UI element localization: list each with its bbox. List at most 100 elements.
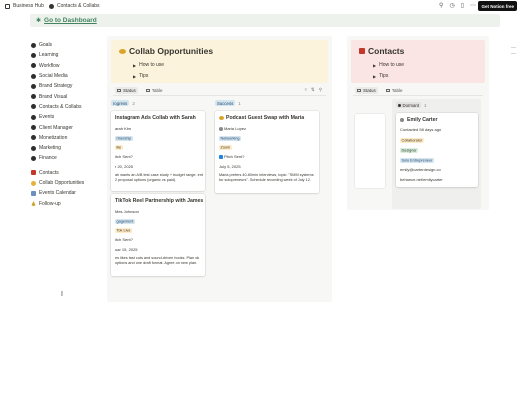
search-icon[interactable]: ⚲ bbox=[439, 2, 443, 9]
nav-item-goals[interactable]: Goals bbox=[31, 40, 101, 50]
nav-item-contacts[interactable]: Contacts bbox=[31, 168, 101, 178]
nav-label: Contacts & Collabs bbox=[39, 103, 82, 110]
nav-label: Client Manager bbox=[39, 124, 73, 131]
history-icon[interactable]: ◷ bbox=[449, 2, 454, 9]
nav-item-events-calendar[interactable]: Events Calendar bbox=[31, 188, 101, 198]
tab-status[interactable]: Status bbox=[355, 87, 378, 94]
go-to-dashboard-link[interactable]: Go to Dashboard bbox=[44, 17, 97, 24]
toggle-label: Tips bbox=[379, 73, 389, 79]
sort-icon[interactable]: ⇅ bbox=[311, 87, 315, 93]
contacted-ago: Contacted 58 days ago bbox=[400, 127, 442, 132]
top-bar: Business Hub Contacts & Collabs ⚲ ◷ ▯ ⋯ … bbox=[0, 0, 520, 14]
person-icon bbox=[219, 126, 223, 131]
nav-item-events[interactable]: Events bbox=[31, 112, 101, 122]
search-icon[interactable]: ⚲ bbox=[319, 87, 322, 93]
warning-icon bbox=[31, 201, 36, 207]
toggle-how-to-use[interactable]: ▶ How to use bbox=[373, 62, 404, 68]
group-pill-text: Dormant bbox=[402, 102, 419, 108]
tab-table[interactable]: Table bbox=[384, 87, 405, 94]
tag-designer: Designer bbox=[400, 147, 419, 153]
tab-table[interactable]: Table bbox=[144, 87, 165, 94]
collab-header: Collab Opportunities ▶ How to use ▶ Tips bbox=[111, 40, 328, 83]
toggle-tips[interactable]: ▶ Tips bbox=[133, 73, 148, 79]
triangle-right-icon: ▶ bbox=[133, 73, 137, 79]
social-media-icon bbox=[31, 73, 36, 79]
nav-label: Learning bbox=[39, 52, 59, 59]
star-icon: ✱ bbox=[36, 18, 42, 24]
partial-column-card bbox=[355, 114, 385, 188]
breadcrumb-workspace[interactable]: Business Hub bbox=[5, 3, 44, 9]
get-notion-free-button[interactable]: Get Notion free bbox=[478, 1, 517, 11]
collab-tools: ▿ ⇅ ⚲ bbox=[305, 87, 322, 93]
nav-item-learning[interactable]: Learning bbox=[31, 50, 101, 60]
card-title: TikTok Reel Partnership with James bbox=[115, 198, 203, 204]
checkbox-icon[interactable] bbox=[219, 154, 223, 159]
collab-views: Status Table bbox=[115, 87, 165, 94]
share-icon[interactable]: ▯ bbox=[461, 2, 464, 9]
page-outline-icon[interactable]: — — bbox=[511, 45, 516, 57]
group-count: 2 bbox=[132, 100, 135, 106]
contacts-book-icon bbox=[359, 48, 365, 54]
monetization-icon bbox=[31, 135, 36, 141]
learning-icon bbox=[31, 52, 36, 58]
divider bbox=[353, 95, 483, 96]
tag-solo-entrepreneur: Solo Entrepreneur bbox=[400, 157, 434, 163]
coin-icon bbox=[119, 48, 126, 54]
nav-item-follow-up[interactable]: Follow-up bbox=[31, 198, 101, 208]
group-count: 1 bbox=[423, 102, 427, 108]
card-person: arah Kim bbox=[115, 126, 132, 131]
card-title-text: Podcast Guest Swap with Maria bbox=[226, 115, 305, 121]
nav-label: Collab Opportunities bbox=[39, 180, 85, 186]
collab-title: Collab Opportunities bbox=[119, 46, 213, 56]
card-pitch: itch Sent? bbox=[115, 154, 133, 159]
card-person-text: Maria Lopez bbox=[224, 126, 247, 131]
finance-icon bbox=[31, 155, 36, 161]
collab-card[interactable]: Podcast Guest Swap with Maria Maria Lope… bbox=[215, 111, 319, 193]
client-manager-icon bbox=[31, 125, 36, 131]
toggle-label: How to use bbox=[379, 62, 405, 68]
more-icon[interactable]: ⋯ bbox=[470, 2, 476, 9]
nav-item-social-media[interactable]: Social Media bbox=[31, 71, 101, 81]
nav-label: Follow-up bbox=[39, 200, 61, 207]
group-pill: Dormant bbox=[396, 102, 421, 108]
toggle-how-to-use[interactable]: ▶ How to use bbox=[133, 62, 164, 68]
nav-item-finance[interactable]: Finance bbox=[31, 153, 101, 163]
contact-site[interactable]: behance.net/emilycarter bbox=[400, 177, 443, 182]
brand-visual-icon bbox=[31, 94, 36, 100]
nav-item-brand-strategy[interactable]: Brand Strategy bbox=[31, 81, 101, 91]
contact-name: Emily Carter bbox=[407, 117, 438, 123]
tab-status[interactable]: Status bbox=[115, 87, 138, 94]
card-platform-tag: Zoom bbox=[219, 144, 232, 150]
card-person: Mes Johnson bbox=[115, 209, 139, 214]
triangle-right-icon: ▶ bbox=[373, 73, 377, 79]
group-pill: rogress bbox=[111, 100, 130, 106]
nav-label: Events bbox=[39, 114, 55, 121]
nav-label: Brand Visual bbox=[39, 93, 68, 100]
workflow-icon bbox=[31, 63, 36, 69]
card-pitch: Pitch Sent? bbox=[219, 154, 244, 159]
breadcrumb-page[interactable]: Contacts & Collabs bbox=[49, 3, 100, 9]
card-type-tag: gagement bbox=[115, 218, 135, 224]
collab-title-text: Collab Opportunities bbox=[129, 46, 214, 56]
contact-card[interactable]: Emily Carter Contacted 58 days ago Colla… bbox=[396, 113, 478, 187]
workspace-label: Business Hub bbox=[13, 3, 44, 9]
tab-label: Status bbox=[123, 88, 136, 93]
group-dormant-label: Dormant 1 bbox=[396, 102, 427, 108]
filter-icon[interactable]: ▿ bbox=[305, 87, 307, 93]
nav-item-brand-visual[interactable]: Brand Visual bbox=[31, 91, 101, 101]
contact-email[interactable]: emily@carterdesign.co bbox=[400, 167, 441, 172]
nav-item-collab-opportunities[interactable]: Collab Opportunities bbox=[31, 178, 101, 188]
nav-item-monetization[interactable]: Monetization bbox=[31, 133, 101, 143]
nav-item-client-manager[interactable]: Client Manager bbox=[31, 122, 101, 132]
nav-item-contacts-collabs[interactable]: Contacts & Collabs bbox=[31, 102, 101, 112]
contacts-title-text: Contacts bbox=[368, 46, 405, 56]
group-in-progress: rogress 2 bbox=[111, 100, 135, 106]
toggle-tips[interactable]: ▶ Tips bbox=[373, 73, 388, 79]
collab-card[interactable]: TikTok Reel Partnership with James Mes J… bbox=[111, 194, 205, 276]
card-type-tag: Networking bbox=[219, 135, 241, 141]
nav-item-workflow[interactable]: Workflow bbox=[31, 61, 101, 71]
nav-label: Finance bbox=[39, 155, 57, 162]
nav-item-marketing[interactable]: Marketing bbox=[31, 143, 101, 153]
card-person: Maria Lopez bbox=[219, 126, 246, 131]
collab-card[interactable]: Instagram Ads Collab with Sarah arah Kim… bbox=[111, 111, 205, 191]
